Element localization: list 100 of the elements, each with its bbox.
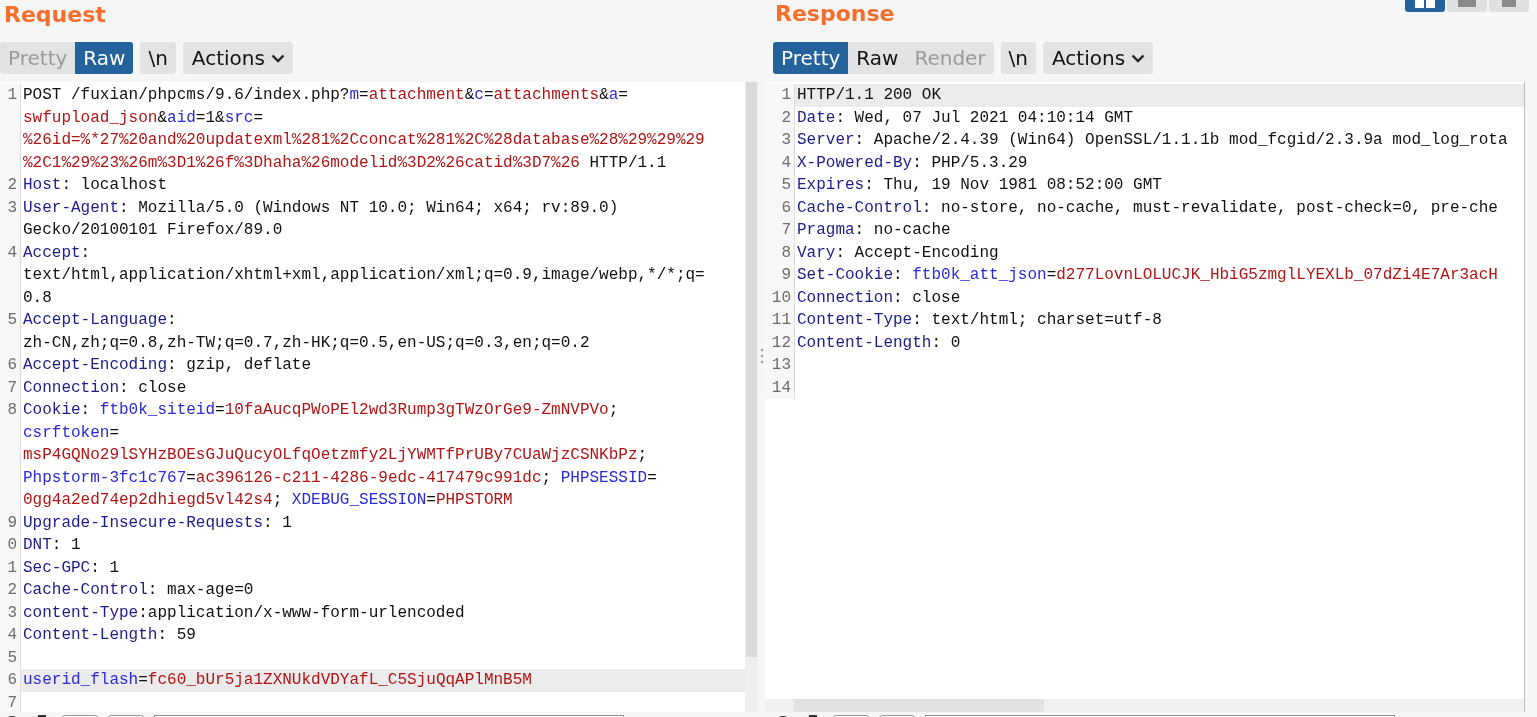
parameter-value: msP4GQNo29lSYHzBOEsGJuQucyOLfqOetzmfy2LjYWMTfPrUBy7CUaWjzCSNKbPz — [23, 446, 638, 464]
line-number: 3 — [7, 603, 17, 622]
code-text: text/html,application/xhtml+xml,application/xml;q=0.9,image/webp,*/*;q= — [23, 266, 705, 284]
code-text: : gzip, deflate — [167, 356, 312, 374]
code-text: = — [138, 671, 148, 689]
code-text: = — [618, 86, 628, 104]
line-number: 1 — [7, 86, 17, 104]
tabs-icon — [1502, 0, 1516, 8]
code-text: : close — [119, 378, 187, 397]
code-text: : 1 — [263, 513, 292, 532]
code-text: = — [483, 86, 494, 104]
view-tab[interactable]: Raw — [848, 42, 907, 74]
header-name: Set-Cookie — [797, 266, 893, 284]
line-number: 5 — [7, 311, 17, 329]
code-text: : Wed, 07 Jul 2021 04:10:14 GMT — [835, 108, 1134, 127]
line-number: 7 — [7, 378, 17, 397]
header-name: Connection — [23, 378, 119, 397]
line-number: 1 — [781, 86, 791, 104]
newline-toggle[interactable]: \n — [140, 42, 176, 74]
parameter-value: attachments — [493, 86, 600, 104]
header-name: DNT — [23, 536, 52, 554]
code-text: & — [464, 86, 475, 104]
line-number: 1 — [7, 558, 17, 577]
code-text: : max-age=0 — [147, 581, 254, 599]
header-name: Sec-GPC — [23, 558, 91, 577]
line-number: 5 — [781, 176, 791, 194]
code-text: :application/x-www-form-urlencoded — [138, 603, 465, 622]
line-number: 9 — [7, 513, 17, 532]
line-number: 6 — [7, 671, 17, 689]
panel-title: Response — [775, 3, 895, 25]
line-number: 11 — [771, 311, 791, 329]
code-text: HTTP/1.1 — [588, 153, 667, 172]
parameter-value: d277LovnLOLUCJK_HbiG5zmglLYEXLb_07dZi4E7Ar3acH — [1056, 266, 1498, 284]
code-text: : no-store, no-cache, must-revalidate, post-check=0, pre-che — [921, 198, 1498, 217]
code-text: : — [167, 311, 177, 329]
parameter-name: c — [474, 86, 484, 104]
layout-split-button[interactable] — [1405, 0, 1445, 12]
newline-toggle[interactable]: \n — [1000, 42, 1037, 74]
parameter-value: %2C1%29%23%26m%3D1%26f%3Dhaha%26modelid%3D2%26catid%3D7%26 — [23, 153, 580, 172]
header-name: Content-Length — [797, 333, 932, 352]
header-name: User-Agent — [23, 198, 119, 217]
actions-dropdown[interactable]: Actions — [182, 42, 293, 74]
scrollbar-thumb[interactable] — [794, 699, 1044, 712]
actions-dropdown[interactable]: Actions — [1043, 42, 1154, 74]
code-text: = — [109, 423, 120, 442]
code-text: : close — [893, 288, 961, 307]
code-text: : — [893, 266, 904, 284]
code-text: ; — [608, 401, 619, 419]
line-number: 8 — [7, 401, 17, 419]
line-number: 6 — [781, 198, 791, 217]
line-number: 5 — [7, 648, 17, 667]
code-text: HTTP/1.1 200 OK — [797, 86, 942, 104]
code-text: = — [647, 468, 657, 487]
header-name: Cache-Control — [797, 198, 922, 217]
line-number: 3 — [7, 198, 17, 217]
layout-tabs-button[interactable] — [1489, 0, 1529, 12]
header-name: X-Powered-By — [797, 153, 913, 172]
split-grip-icon — [759, 348, 764, 364]
code-text: : 59 — [157, 626, 196, 644]
line-number: 7 — [7, 693, 17, 712]
code-text: : Apache/2.4.39 (Win64) OpenSSL/1.1.1b mod_fcgid/2.3.9a mod_log_rota — [854, 131, 1508, 149]
code-text: = — [1046, 266, 1057, 284]
parameter-value: PHPSTORM — [435, 491, 513, 509]
header-name: Accept-Encoding — [23, 356, 168, 374]
code-text: POST /fuxian/phpcms/9.6/index.php? — [23, 86, 350, 104]
code-text: = — [359, 86, 369, 104]
code-text: & — [599, 86, 609, 104]
parameter-value: %26id=%*27%20and%20updatexml%281%2Cconcat%281%2C%28database%28%29%29%29 — [23, 131, 705, 149]
line-number: 8 — [781, 243, 791, 262]
line-number: 0 — [7, 536, 17, 554]
scrollbar-thumb[interactable] — [746, 82, 757, 657]
code-text: = — [215, 401, 225, 419]
line-number: 6 — [7, 356, 17, 374]
line-number: 2 — [781, 108, 791, 127]
header-name: Vary — [797, 243, 836, 262]
header-name: Pragma — [797, 221, 855, 239]
code-text: : no-cache — [854, 221, 951, 239]
parameter-value: 10faAucqPWoPEl2wd3Rump3gTWzOrGe9-ZmNVPVo — [224, 401, 609, 419]
header-name: Host — [23, 176, 62, 194]
header-name: Accept-Language — [23, 311, 168, 329]
code-text: : PHP/5.3.29 — [912, 153, 1028, 172]
parameter-value: swfupload_json — [23, 108, 158, 127]
parameter-name: PHPSESSID — [560, 468, 648, 487]
view-tab[interactable]: Raw — [75, 42, 134, 74]
parameter-value: attachment — [368, 86, 465, 104]
view-tab[interactable]: Pretty — [773, 42, 849, 74]
code-text: = — [186, 468, 196, 487]
line-number: 2 — [7, 176, 17, 194]
code-text: zh-CN,zh;q=0.8,zh-TW;q=0.7,zh-HK;q=0.5,en-US;q=0.3,en;q=0.2 — [23, 333, 590, 352]
parameter-name: m — [349, 86, 360, 104]
code-text: : — [80, 401, 92, 419]
header-name: Content-Type — [797, 311, 913, 329]
header-name: Expires — [797, 176, 865, 194]
parameter-name: aid — [167, 108, 196, 127]
code-text: = — [426, 491, 436, 509]
code-text: : 0 — [931, 333, 961, 352]
layout-rows-button[interactable] — [1447, 0, 1487, 12]
code-text: ; — [637, 446, 648, 464]
parameter-name: ftb0k_att_json — [912, 266, 1047, 284]
rows-icon — [1458, 0, 1476, 8]
